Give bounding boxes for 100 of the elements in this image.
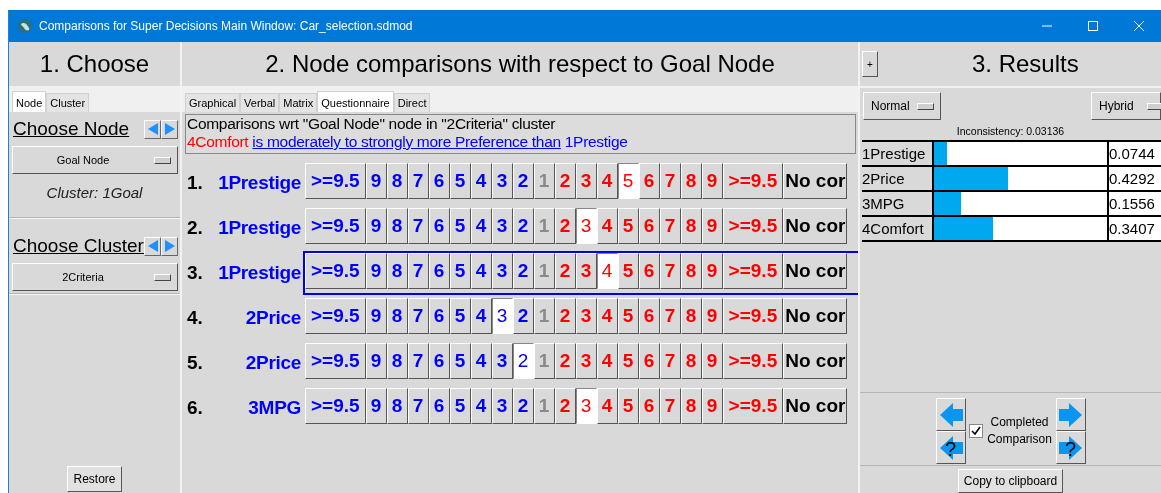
scale-button[interactable]: 7: [407, 208, 429, 244]
scale-button[interactable]: 4: [470, 253, 492, 289]
scale-button[interactable]: 2: [512, 163, 534, 199]
table-cell: 3MPG: [862, 192, 934, 215]
scale-button[interactable]: >=9.5: [305, 208, 366, 244]
scale-button[interactable]: 2: [512, 208, 534, 244]
verdict-link[interactable]: is moderately to strongly more Preference than: [252, 133, 561, 150]
scale-button[interactable]: 8: [386, 163, 408, 199]
scale-button[interactable]: 3: [491, 343, 513, 379]
previous-button[interactable]: [144, 236, 161, 256]
scale-button[interactable]: 7: [407, 253, 429, 289]
row-number: 5.: [187, 352, 204, 374]
maximize-icon[interactable]: [1087, 20, 1099, 32]
scale-button[interactable]: >=9.5: [305, 163, 366, 199]
scale-button[interactable]: 8: [386, 298, 408, 334]
scale-button[interactable]: 9: [365, 253, 387, 289]
scale-button[interactable]: 7: [407, 388, 429, 424]
scale-button[interactable]: 5: [449, 253, 471, 289]
scale-button[interactable]: 3: [575, 388, 597, 424]
scale-button[interactable]: No cor: [783, 208, 848, 244]
next-help-button[interactable]: ?: [1055, 431, 1086, 464]
tab[interactable]: Graphical: [185, 93, 241, 112]
method-dropdown[interactable]: Hybrid: [1091, 92, 1161, 120]
scale-button[interactable]: 4: [596, 253, 618, 289]
scale-button[interactable]: 9: [365, 298, 387, 334]
restore-button[interactable]: Restore: [67, 466, 122, 492]
table-cell: 2Price: [862, 167, 934, 190]
tab[interactable]: Matrix: [279, 93, 318, 112]
scale-button[interactable]: >=9.5: [305, 253, 366, 289]
next-button[interactable]: [1055, 398, 1086, 431]
scale-button[interactable]: 5: [449, 343, 471, 379]
scale-button[interactable]: No cor: [783, 298, 848, 334]
scale-button[interactable]: 2: [512, 253, 534, 289]
scale-button[interactable]: No cor: [783, 253, 848, 289]
tab[interactable]: Direct: [393, 93, 431, 112]
scale-button[interactable]: 5: [449, 163, 471, 199]
tab[interactable]: Cluster: [46, 93, 90, 112]
inconsistency-text: Inconsistency: 0.03136: [956, 125, 1065, 137]
previous-button[interactable]: [935, 398, 966, 431]
node-name: 3MPG: [247, 397, 301, 419]
row-number: 1.: [187, 172, 204, 194]
tab[interactable]: Node: [12, 91, 47, 112]
scale-button[interactable]: 7: [407, 298, 429, 334]
scale-button[interactable]: 5: [449, 208, 471, 244]
scale-button[interactable]: 6: [428, 253, 450, 289]
scale-button[interactable]: 2: [512, 298, 534, 334]
scale-button[interactable]: 4: [470, 298, 492, 334]
cluster-dropdown[interactable]: 2Criteria: [12, 263, 178, 291]
scale-button[interactable]: 6: [428, 388, 450, 424]
scale-button[interactable]: No cor: [783, 163, 848, 199]
tab[interactable]: Questionnaire: [317, 91, 394, 112]
scale-button[interactable]: 3: [491, 253, 513, 289]
tab[interactable]: Verbal: [240, 93, 280, 112]
scale-button[interactable]: No cor: [783, 343, 848, 379]
scale-button[interactable]: 3: [575, 208, 597, 244]
next-button[interactable]: [161, 119, 178, 139]
scale-button[interactable]: No cor: [783, 388, 848, 424]
panel-heading: 1. Choose: [39, 50, 150, 78]
scale-button[interactable]: 9: [365, 163, 387, 199]
expand-button[interactable]: +: [862, 51, 878, 77]
scale-button[interactable]: 8: [386, 253, 408, 289]
scale-button[interactable]: 3: [491, 388, 513, 424]
mode-dropdown[interactable]: Normal: [863, 92, 941, 120]
previous-button[interactable]: [144, 119, 161, 139]
scale-button[interactable]: >=9.5: [305, 298, 366, 334]
right-arrow-icon: [1058, 434, 1083, 461]
scale-button[interactable]: 6: [428, 208, 450, 244]
scale-button[interactable]: 3: [491, 208, 513, 244]
scale-button[interactable]: 8: [386, 208, 408, 244]
left-arrow-icon: [146, 122, 159, 136]
scale-button[interactable]: 9: [365, 343, 387, 379]
scale-button[interactable]: 5: [617, 163, 639, 199]
scale-button[interactable]: 9: [365, 208, 387, 244]
scale-button[interactable]: 4: [470, 208, 492, 244]
next-button[interactable]: [161, 236, 178, 256]
scale-button[interactable]: 6: [428, 163, 450, 199]
scale-button[interactable]: 6: [428, 298, 450, 334]
close-icon[interactable]: [1133, 20, 1145, 32]
scale-button[interactable]: 4: [470, 163, 492, 199]
scale-button[interactable]: 6: [428, 343, 450, 379]
scale-button[interactable]: 3: [491, 163, 513, 199]
scale-button[interactable]: >=9.5: [305, 388, 366, 424]
scale-button[interactable]: 2: [512, 343, 534, 379]
cluster-info: Cluster: 1Goal: [46, 184, 143, 201]
scale-button[interactable]: 4: [470, 343, 492, 379]
copy-button[interactable]: Copy to clipboard: [957, 469, 1064, 493]
scale-button[interactable]: 8: [386, 343, 408, 379]
scale-button[interactable]: 5: [449, 388, 471, 424]
scale-button[interactable]: >=9.5: [305, 343, 366, 379]
scale-button[interactable]: 7: [407, 343, 429, 379]
scale-button[interactable]: 3: [491, 298, 513, 334]
scale-button[interactable]: 5: [449, 298, 471, 334]
checkbox[interactable]: [968, 424, 983, 438]
scale-button[interactable]: 4: [470, 388, 492, 424]
scale-button[interactable]: 2: [512, 388, 534, 424]
scale-button[interactable]: 7: [407, 163, 429, 199]
node-dropdown[interactable]: Goal Node: [12, 146, 178, 174]
previous-help-button[interactable]: ?: [935, 431, 966, 464]
scale-button[interactable]: 8: [386, 388, 408, 424]
scale-button[interactable]: 9: [365, 388, 387, 424]
